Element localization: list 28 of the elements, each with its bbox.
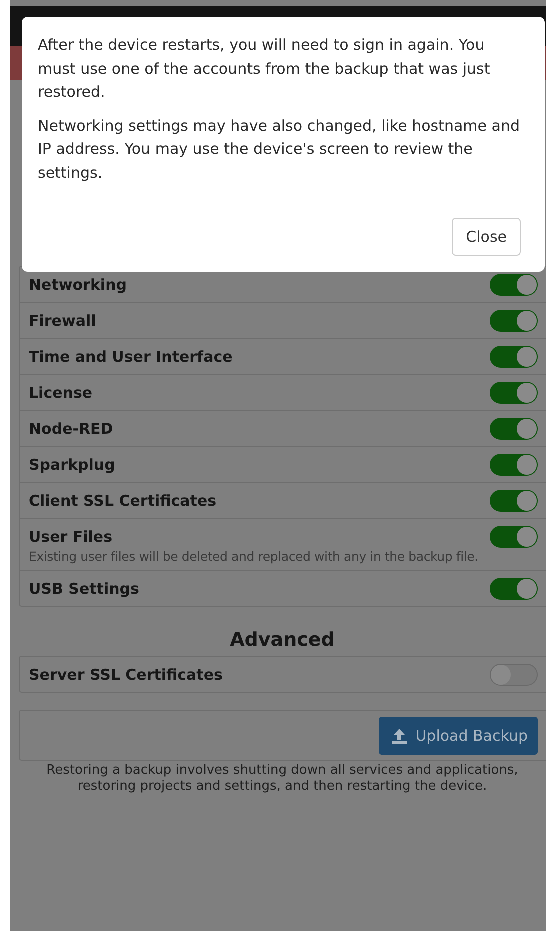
setting-label: Server SSL Certificates: [29, 666, 223, 684]
setting-label: Networking: [29, 276, 127, 294]
toggle-switch[interactable]: [490, 454, 538, 476]
upload-backup-button[interactable]: Upload Backup: [378, 717, 538, 755]
setting-label: Sparkplug: [29, 456, 116, 474]
toggle-switch[interactable]: [490, 382, 538, 404]
close-button[interactable]: Close: [452, 218, 521, 256]
setting-label: Node-RED: [29, 420, 114, 438]
dialog-text: After the device restarts, you will need to sign in again. You must use one of the accounts from the backup that was just restored.: [38, 35, 492, 103]
setting-label: Client SSL Certificates: [29, 492, 217, 510]
setting-label: User Files: [29, 528, 113, 546]
toggle-switch[interactable]: [490, 578, 538, 600]
dialog-text: Networking settings may have also changed, like hostname and IP address. You may use the device's screen to review the settings.: [38, 116, 521, 184]
toggle-switch[interactable]: [490, 418, 538, 440]
section-heading: Advanced: [229, 628, 336, 653]
toggle-switch[interactable]: [490, 526, 538, 548]
setting-note: Existing user files will be deleted and replaced with any in the backup file.: [29, 549, 480, 564]
setting-label: Time and User Interface: [29, 348, 233, 366]
restore-description: Restoring a backup involves shutting down all services and applications, restoring projects and settings, and then restarting the device.: [46, 762, 520, 795]
upload-icon: [390, 728, 408, 744]
setting-label: License: [29, 384, 93, 402]
toggle-switch[interactable]: [490, 310, 538, 332]
toggle-switch[interactable]: [490, 274, 538, 296]
toggle-switch[interactable]: [490, 346, 538, 368]
setting-label: USB Settings: [29, 580, 140, 598]
setting-label: Firewall: [29, 312, 96, 330]
toggle-switch[interactable]: [490, 664, 538, 686]
toggle-switch[interactable]: [490, 490, 538, 512]
